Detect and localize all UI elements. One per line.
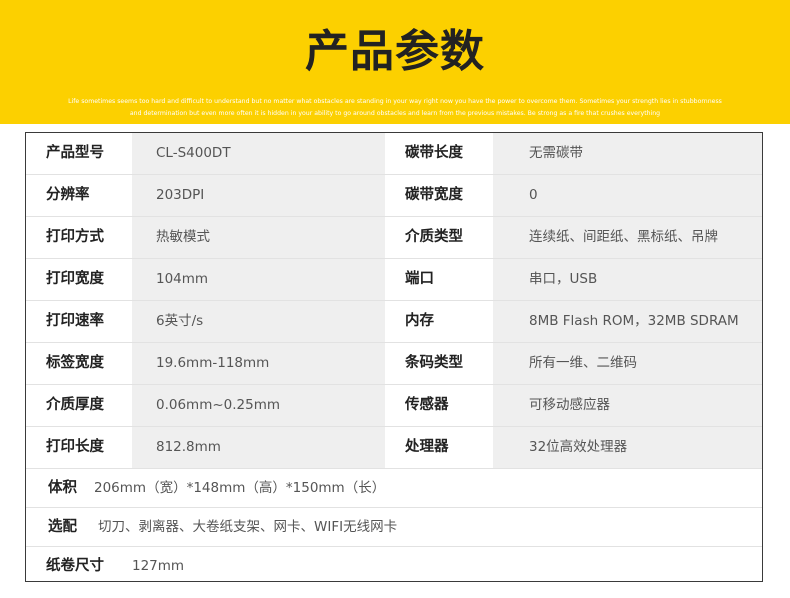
spec-row: 打印宽度 104mm 端口 串口，USB xyxy=(26,259,762,301)
spec-row-volume: 体积 206mm（宽）*148mm（高）*150mm（长） xyxy=(26,469,762,508)
spec-value: 0.06mm~0.25mm xyxy=(132,385,385,426)
spec-table: 产品型号 CL-S400DT 碳带长度 无需碳带 分辨率 203DPI 碳带宽度… xyxy=(25,132,763,582)
spec-row: 打印方式 热敏模式 介质类型 连续纸、间距纸、黑标纸、吊牌 xyxy=(26,217,762,259)
spec-value: 104mm xyxy=(132,259,385,300)
spec-value: 0 xyxy=(493,175,762,216)
spec-value: 812.8mm xyxy=(132,427,385,468)
spec-row-options: 选配 切刀、剥离器、大卷纸支架、网卡、WIFI无线网卡 xyxy=(26,508,762,547)
spec-value: 206mm（宽）*148mm（高）*150mm（长） xyxy=(94,480,386,496)
spec-label: 碳带宽度 xyxy=(385,175,493,216)
spec-label: 端口 xyxy=(385,259,493,300)
spec-value: 6英寸/s xyxy=(132,301,385,342)
spec-value: 热敏模式 xyxy=(132,217,385,258)
spec-value: 8MB Flash ROM，32MB SDRAM xyxy=(493,301,762,342)
spec-label: 条码类型 xyxy=(385,343,493,384)
spec-label: 产品型号 xyxy=(26,133,132,174)
spec-label: 打印宽度 xyxy=(26,259,132,300)
spec-row-roll: 纸卷尺寸 127mm xyxy=(26,547,762,586)
spec-label: 纸卷尺寸 xyxy=(46,558,104,574)
spec-label: 分辨率 xyxy=(26,175,132,216)
spec-label: 传感器 xyxy=(385,385,493,426)
spec-label: 打印长度 xyxy=(26,427,132,468)
banner-subtitle-line-2: and determination but even more often it… xyxy=(129,110,661,117)
spec-value: 127mm xyxy=(132,558,185,574)
header-banner: 产品参数 Life sometimes seems too hard and d… xyxy=(0,0,790,124)
spec-row: 产品型号 CL-S400DT 碳带长度 无需碳带 xyxy=(26,133,762,175)
spec-label: 内存 xyxy=(385,301,493,342)
spec-label: 打印方式 xyxy=(26,217,132,258)
spec-row: 打印速率 6英寸/s 内存 8MB Flash ROM，32MB SDRAM xyxy=(26,301,762,343)
spec-value: 切刀、剥离器、大卷纸支架、网卡、WIFI无线网卡 xyxy=(98,519,398,535)
spec-value: 所有一维、二维码 xyxy=(493,343,762,384)
banner-subtitle: Life sometimes seems too hard and diffic… xyxy=(30,96,760,120)
spec-value: 无需碳带 xyxy=(493,133,762,174)
banner-subtitle-line-1: Life sometimes seems too hard and diffic… xyxy=(68,98,722,105)
spec-value: 203DPI xyxy=(132,175,385,216)
spec-row: 打印长度 812.8mm 处理器 32位高效处理器 xyxy=(26,427,762,469)
spec-row: 介质厚度 0.06mm~0.25mm 传感器 可移动感应器 xyxy=(26,385,762,427)
spec-label: 打印速率 xyxy=(26,301,132,342)
spec-value: 串口，USB xyxy=(493,259,762,300)
spec-value: 可移动感应器 xyxy=(493,385,762,426)
spec-row: 标签宽度 19.6mm-118mm 条码类型 所有一维、二维码 xyxy=(26,343,762,385)
spec-value: CL-S400DT xyxy=(132,133,385,174)
spec-label: 处理器 xyxy=(385,427,493,468)
page-title: 产品参数 xyxy=(305,26,485,77)
spec-row: 分辨率 203DPI 碳带宽度 0 xyxy=(26,175,762,217)
spec-label: 标签宽度 xyxy=(26,343,132,384)
spec-label: 介质类型 xyxy=(385,217,493,258)
spec-value: 32位高效处理器 xyxy=(493,427,762,468)
spec-label: 介质厚度 xyxy=(26,385,132,426)
spec-value: 19.6mm-118mm xyxy=(132,343,385,384)
spec-label: 碳带长度 xyxy=(385,133,493,174)
spec-label: 选配 xyxy=(48,519,77,535)
spec-label: 体积 xyxy=(48,480,77,496)
spec-value: 连续纸、间距纸、黑标纸、吊牌 xyxy=(493,217,762,258)
